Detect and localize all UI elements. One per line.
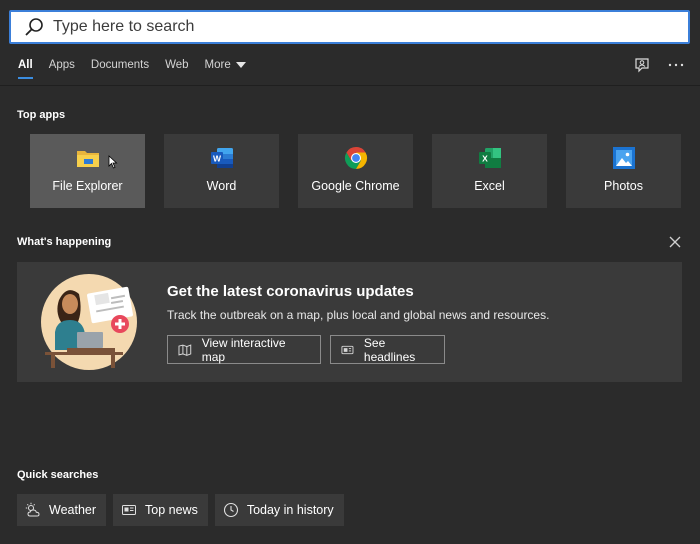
quick-search-label: Weather xyxy=(49,503,97,517)
photos-icon xyxy=(612,147,635,169)
coronavirus-news-card[interactable]: Get the latest coronavirus updates Track… xyxy=(17,262,682,382)
search-input[interactable] xyxy=(51,12,688,42)
quick-searches-heading: Quick searches xyxy=(17,469,99,481)
search-icon xyxy=(25,18,43,36)
app-label: Excel xyxy=(474,179,505,193)
app-label: File Explorer xyxy=(52,179,123,193)
weather-icon xyxy=(25,502,40,517)
tab-all[interactable]: All xyxy=(10,45,41,85)
app-tile-excel[interactable]: X Excel xyxy=(432,134,547,208)
svg-text:X: X xyxy=(482,154,488,164)
quick-search-label: Today in history xyxy=(246,503,334,517)
tab-web[interactable]: Web xyxy=(157,45,196,85)
clock-icon xyxy=(223,502,238,518)
newspaper-icon xyxy=(341,345,354,354)
top-apps-heading: Top apps xyxy=(17,109,66,121)
news-card-description: Track the outbreak on a map, plus local … xyxy=(167,308,550,322)
map-icon xyxy=(178,343,192,356)
person-reading-news-illustration xyxy=(41,274,137,370)
quick-search-label: Top news xyxy=(145,503,198,517)
quick-search-today-in-history[interactable]: Today in history xyxy=(214,494,344,526)
close-icon[interactable] xyxy=(666,233,684,251)
see-headlines-button[interactable]: See headlines xyxy=(330,335,445,364)
app-tile-file-explorer[interactable]: File Explorer xyxy=(30,134,145,208)
view-interactive-map-button[interactable]: View interactive map xyxy=(167,335,321,364)
feedback-icon xyxy=(635,58,649,73)
app-tile-photos[interactable]: Photos xyxy=(566,134,681,208)
chrome-icon xyxy=(344,147,367,169)
quick-search-weather[interactable]: Weather xyxy=(17,494,107,526)
app-tile-google-chrome[interactable]: Google Chrome xyxy=(298,134,413,208)
feedback-button[interactable] xyxy=(628,45,656,85)
news-icon xyxy=(122,505,137,515)
excel-icon: X xyxy=(478,148,501,168)
app-label: Google Chrome xyxy=(311,179,400,193)
tab-documents[interactable]: Documents xyxy=(83,45,157,85)
tab-more-label: More xyxy=(204,59,231,71)
chevron-down-icon xyxy=(235,62,246,68)
tabs-divider xyxy=(0,85,700,86)
view-interactive-map-label: View interactive map xyxy=(201,335,286,364)
svg-text:W: W xyxy=(212,154,221,164)
tab-more[interactable]: More xyxy=(197,45,254,85)
ellipsis-icon xyxy=(668,63,684,67)
file-explorer-icon xyxy=(76,151,99,167)
tab-apps[interactable]: Apps xyxy=(41,45,83,85)
top-apps-list: File Explorer W Word Google Chrome X Exc… xyxy=(30,134,681,208)
word-icon: W xyxy=(210,148,233,168)
app-label: Word xyxy=(206,179,237,193)
quick-searches-list: Weather Top news Today in history xyxy=(17,494,344,526)
whats-happening-heading: What's happening xyxy=(17,236,112,248)
mouse-cursor-icon xyxy=(108,155,118,169)
see-headlines-label: See headlines xyxy=(363,335,416,364)
app-tile-word[interactable]: W Word xyxy=(164,134,279,208)
quick-search-top-news[interactable]: Top news xyxy=(113,494,208,526)
search-box[interactable] xyxy=(9,10,690,44)
news-card-title: Get the latest coronavirus updates xyxy=(167,283,414,300)
more-options-button[interactable] xyxy=(662,45,690,85)
filter-tabs: All Apps Documents Web More xyxy=(0,45,700,85)
app-label: Photos xyxy=(604,179,643,193)
